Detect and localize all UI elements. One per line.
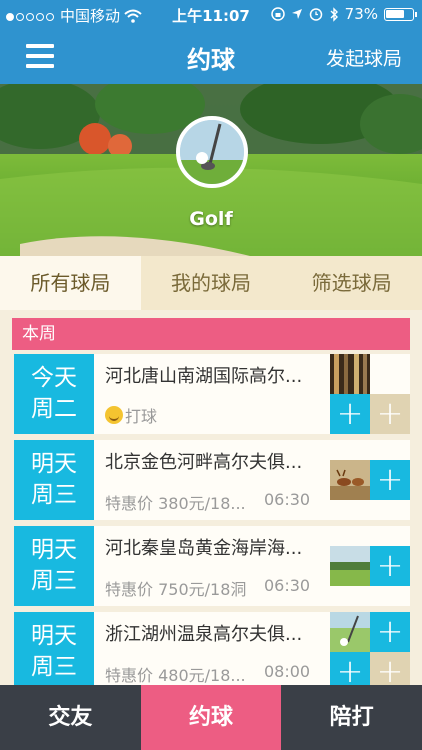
plus-icon: + [376, 546, 404, 584]
game-thumbnail [330, 546, 370, 586]
nav-bar: 约球 发起球局 [0, 28, 422, 84]
game-title: 北京金色河畔高尔夫俱... [105, 452, 303, 473]
game-price: 特惠价 380元/18... [105, 494, 246, 513]
bottom-tab-games[interactable]: 约球 [140, 685, 282, 750]
create-game-button[interactable]: 发起球局 [326, 44, 402, 71]
game-time: 06:30 [264, 490, 311, 509]
status-right: 73% [270, 5, 417, 23]
top-bar: 中国移动 上午11:07 73% 约球 发起球局 [0, 0, 422, 84]
game-title: 河北秦皇岛黄金海岸海... [105, 538, 303, 559]
bottom-tab-bar: 交友 约球 陪打 [0, 685, 422, 750]
date-weekday: 周三 [31, 654, 77, 680]
games-list: 本周 今天 周二 河北唐山南湖国际高尔... 打球 + + 明天 周三 北京金色… [0, 310, 422, 685]
date-weekday: 周二 [31, 396, 77, 422]
bluetooth-icon [330, 6, 338, 22]
battery-percent: 73% [344, 5, 378, 23]
tab-bar: 所有球局 我的球局 筛选球局 [0, 256, 422, 310]
smile-icon [105, 406, 123, 424]
game-thumbnail [330, 612, 370, 652]
add-button[interactable]: + [370, 394, 410, 434]
battery-icon [384, 7, 417, 21]
battery-level [386, 9, 404, 18]
game-title: 浙江湖州温泉高尔夫俱... [105, 624, 303, 645]
date-day: 明天 [31, 537, 77, 563]
alarm-icon [309, 8, 322, 21]
join-button[interactable]: + [370, 460, 410, 500]
date-day: 今天 [31, 365, 77, 391]
date-badge: 明天 周三 [14, 440, 94, 520]
tab-filter-games[interactable]: 筛选球局 [281, 256, 422, 310]
hero-banner: Golf [0, 84, 422, 256]
plus-icon: + [376, 652, 404, 685]
game-price: 特惠价 750元/18洞 [105, 580, 247, 599]
tab-my-games[interactable]: 我的球局 [141, 256, 282, 310]
section-header: 本周 [12, 318, 410, 350]
plus-icon: + [376, 460, 404, 498]
game-thumbnail [330, 460, 370, 500]
list-item[interactable]: 明天 周三 浙江湖州温泉高尔夫俱... 特惠价 480元/18... 08:00… [14, 612, 410, 685]
game-thumbnail [330, 354, 370, 394]
plus-icon: + [336, 394, 364, 432]
join-button[interactable]: + [330, 394, 370, 434]
date-day: 明天 [31, 451, 77, 477]
golf-club-icon [180, 120, 244, 184]
date-day: 明天 [31, 623, 77, 649]
plus-icon: + [336, 652, 364, 685]
join-button[interactable]: + [370, 546, 410, 586]
plus-icon: + [376, 612, 404, 650]
game-tag-label: 打球 [125, 407, 158, 426]
golf-avatar [176, 116, 248, 188]
plus-icon: + [376, 394, 404, 432]
add-button[interactable]: + [370, 652, 410, 685]
game-time: 06:30 [264, 576, 311, 595]
location-arrow-icon [291, 9, 302, 19]
hero-label: Golf [189, 208, 233, 230]
join-button[interactable]: + [330, 652, 370, 685]
game-time: 08:00 [264, 662, 311, 681]
list-item[interactable]: 今天 周二 河北唐山南湖国际高尔... 打球 + + [14, 354, 410, 434]
bottom-tab-caddie[interactable]: 陪打 [281, 685, 422, 750]
bottom-tab-friends[interactable]: 交友 [0, 685, 141, 750]
join-button[interactable]: + [370, 612, 410, 652]
game-price: 特惠价 480元/18... [105, 666, 246, 685]
game-tag: 打球 [105, 403, 157, 427]
list-item[interactable]: 明天 周三 北京金色河畔高尔夫俱... 特惠价 380元/18... 06:30… [14, 440, 410, 520]
date-badge: 今天 周二 [14, 354, 94, 434]
status-bar: 中国移动 上午11:07 73% [0, 0, 422, 28]
date-weekday: 周三 [31, 568, 77, 594]
date-weekday: 周三 [31, 482, 77, 508]
game-title: 河北唐山南湖国际高尔... [105, 366, 303, 387]
tab-all-games[interactable]: 所有球局 [0, 256, 141, 310]
rotation-lock-icon [270, 7, 285, 21]
date-badge: 明天 周三 [14, 526, 94, 606]
date-badge: 明天 周三 [14, 612, 94, 685]
menu-icon[interactable] [26, 44, 54, 68]
list-item[interactable]: 明天 周三 河北秦皇岛黄金海岸海... 特惠价 750元/18洞 06:30 + [14, 526, 410, 606]
